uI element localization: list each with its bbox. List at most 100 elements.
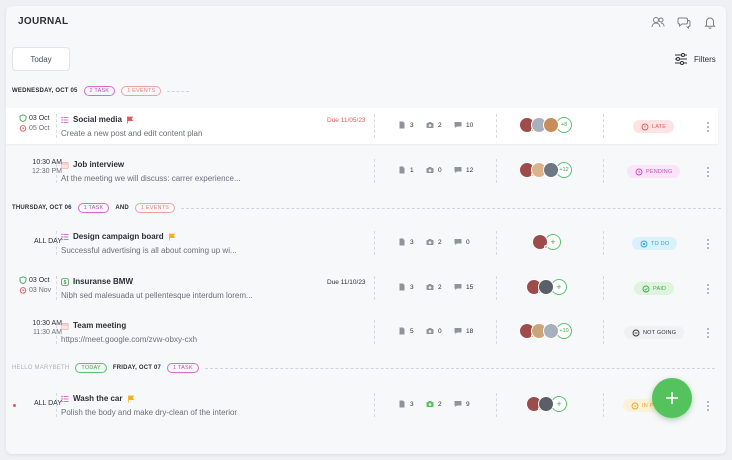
file-icon xyxy=(399,400,405,408)
avatar-group[interactable]: +12 xyxy=(519,162,572,178)
event-title[interactable]: Wash the car xyxy=(73,394,123,403)
stats: 3 2 10 xyxy=(398,121,478,129)
file-count: 3 xyxy=(410,400,414,408)
event-title-wrap: Team meeting xyxy=(61,321,126,330)
file-icon xyxy=(399,166,405,174)
event-description: Nibh sed malesuada ut pellentesque inter… xyxy=(61,291,253,300)
red-flag-icon xyxy=(127,116,134,123)
event-title[interactable]: Job interview xyxy=(73,160,124,169)
more-options-icon[interactable] xyxy=(706,328,710,338)
list-item[interactable]: 10:30 AM 11:30 AM Team meeting https://m… xyxy=(6,314,718,350)
event-title-wrap: Design campaign board xyxy=(61,232,176,241)
avatar-group[interactable]: + xyxy=(532,234,561,250)
more-options-icon[interactable] xyxy=(706,239,710,249)
list-item[interactable]: 03 Oct 03 Nov $ Insuranse BMW Nibh sed m… xyxy=(6,270,718,306)
list-icon xyxy=(61,233,69,240)
event-title[interactable]: Team meeting xyxy=(73,321,126,330)
status-badge[interactable]: LATE xyxy=(633,120,675,133)
day-label: FRIDAY, OCT 07 xyxy=(112,365,162,371)
file-count: 1 xyxy=(410,166,414,174)
status-badge[interactable]: PENDING xyxy=(627,165,681,178)
day-label: WEDNESDAY, OCT 05 xyxy=(12,88,78,94)
comment-count: 18 xyxy=(466,327,474,335)
calendar-icon xyxy=(61,322,69,330)
bell-icon[interactable] xyxy=(703,15,717,29)
comment-icon xyxy=(454,401,462,407)
more-options-icon[interactable] xyxy=(706,167,710,177)
list-item[interactable]: ALL DAY Design campaign board Successful… xyxy=(6,225,718,261)
file-count: 5 xyxy=(410,327,414,335)
list-item[interactable]: 03 Oct 05 Oct Social media Create a new … xyxy=(6,108,718,144)
avatar xyxy=(543,117,559,133)
list-item[interactable]: 10:30 AM 12:30 PM Job interview At the m… xyxy=(6,153,718,189)
event-description: Polish the body and make dry-clean of th… xyxy=(61,408,238,417)
users-icon[interactable] xyxy=(651,15,665,29)
photo-count: 2 xyxy=(438,400,442,408)
event-description: Successful advertising is all about comi… xyxy=(61,246,237,255)
page-title: JOURNAL xyxy=(18,16,69,27)
day-header-wed: WEDNESDAY, OCT 05 2 TASK 1 EVENTS xyxy=(12,85,190,97)
event-count-pill: 1 EVENTS xyxy=(134,203,176,213)
camera-icon xyxy=(426,239,434,245)
avatar xyxy=(543,162,559,178)
yellow-flag-icon xyxy=(127,395,134,402)
day-header-thu: THURSDAY, OCT 06 1 TASK AND 1 EVENTS xyxy=(12,202,722,214)
status-label: LATE xyxy=(652,123,667,130)
svg-text:$: $ xyxy=(64,280,67,286)
divider xyxy=(374,320,375,344)
avatar xyxy=(538,396,554,412)
divider xyxy=(603,320,604,344)
event-title[interactable]: Social media xyxy=(73,115,122,124)
event-title-wrap: $ Insuranse BMW xyxy=(61,277,133,286)
stats: 5 0 18 xyxy=(398,327,478,335)
filters-button[interactable]: Filters xyxy=(674,53,716,65)
due-date: Due 11/05/23 xyxy=(327,117,366,124)
payment-icon: $ xyxy=(61,277,69,286)
stats: 3 2 0 xyxy=(398,238,478,246)
filters-label: Filters xyxy=(694,54,716,64)
status-badge[interactable]: NOT GOING xyxy=(624,326,685,339)
greeting: HELLO MARYBETH xyxy=(12,365,70,371)
list-item[interactable]: ALL DAY Wash the car Polish the body and… xyxy=(6,387,718,423)
day-header-fri: HELLO MARYBETH TODAY FRIDAY, OCT 07 1 TA… xyxy=(12,362,715,374)
file-count: 3 xyxy=(410,283,414,291)
event-title[interactable]: Design campaign board xyxy=(73,232,164,241)
divider xyxy=(56,159,57,183)
divider xyxy=(374,231,375,255)
comment-count: 15 xyxy=(466,283,474,291)
status-badge[interactable]: PAID xyxy=(634,282,675,295)
avatar-group[interactable]: +10 xyxy=(519,323,572,339)
avatar-group[interactable]: + xyxy=(526,396,567,412)
today-pill: TODAY xyxy=(75,363,107,373)
task-count-pill: 2 TASK xyxy=(83,86,116,96)
chat-icon[interactable] xyxy=(677,15,691,29)
alarm-icon xyxy=(19,287,27,294)
comment-icon xyxy=(454,328,462,334)
avatar-group[interactable]: + xyxy=(526,279,567,295)
avatar xyxy=(538,279,554,295)
avatar xyxy=(532,234,548,250)
meeting-link[interactable]: https://meet.google.com/zvw-obxy-cxh xyxy=(61,335,197,344)
more-options-icon[interactable] xyxy=(706,122,710,132)
more-options-icon[interactable] xyxy=(706,284,710,294)
file-icon xyxy=(399,121,405,129)
event-description: Create a new post and edit content plan xyxy=(61,129,203,138)
divider xyxy=(496,159,497,183)
calendar-icon xyxy=(61,161,69,169)
divider xyxy=(56,276,57,300)
camera-icon xyxy=(426,167,434,173)
divider xyxy=(496,114,497,138)
event-title[interactable]: Insuranse BMW xyxy=(73,277,133,286)
avatar-group[interactable]: +8 xyxy=(519,117,572,133)
event-title-wrap: Social media xyxy=(61,115,134,124)
clock-icon xyxy=(641,123,649,130)
add-event-button[interactable] xyxy=(652,378,692,418)
today-button[interactable]: Today xyxy=(12,47,70,71)
photo-count: 0 xyxy=(438,166,442,174)
divider xyxy=(374,276,375,300)
event-title-wrap: Wash the car xyxy=(61,394,135,403)
more-options-icon[interactable] xyxy=(706,401,710,411)
status-badge[interactable]: TO DO xyxy=(632,237,678,250)
circle-dot-icon xyxy=(640,240,648,247)
divider xyxy=(167,90,190,92)
